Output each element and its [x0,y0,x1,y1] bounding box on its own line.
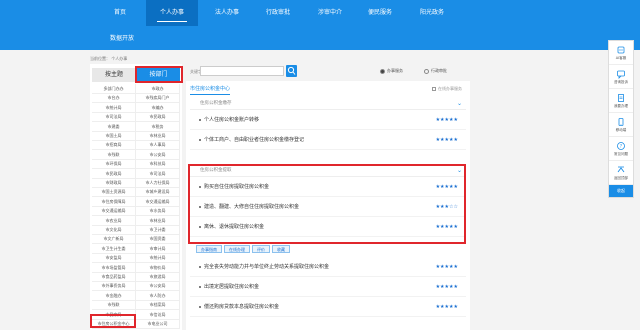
favorite-button[interactable]: 收藏 [272,245,290,253]
item-name: 出境定居提取住房公积金 [204,284,260,290]
highlight-box-section [188,164,466,244]
nav-label: 个人办事 [159,9,184,16]
checkbox-label: 在线办事服务 [438,86,462,91]
document-icon [618,94,624,102]
list-item[interactable]: 偿还购房贷款本息提取住房公积金 ★★★★★ [190,297,466,317]
sidebar-complaint[interactable]: 咨询投诉 [609,65,633,89]
highlight-box-dept [90,314,136,328]
list-item[interactable]: 完全丧失劳动能力并与单位终止劳动关系提取住房公积金 ★★★★★ [190,257,466,277]
sidebar-mobile[interactable]: 移动端 [609,113,633,137]
sidebar-label: 我要办理 [614,104,628,108]
guide-button[interactable]: 办事指南 [196,245,222,253]
sidebar-collapse-button[interactable]: 收起 [609,185,633,197]
chevron-down-icon[interactable]: ⌄ [457,98,462,110]
svg-text:?: ? [620,144,623,150]
question-icon: ? [617,142,625,150]
tab-by-topic[interactable]: 按主题 [92,68,136,82]
robot-icon [617,46,625,54]
list-item[interactable]: 个体工商户、自由职业者住房公积金缴存登记 ★★★★★ [190,130,466,150]
item-name: 完全丧失劳动能力并与单位终止劳动关系提取住房公积金 [204,264,330,270]
section-withdrawal-more: 完全丧失劳动能力并与单位终止劳动关系提取住房公积金 ★★★★★ 出境定居提取住房公… [190,257,466,317]
arrow-up-icon [617,166,625,173]
online-service-filter[interactable]: 在线办事服务 [432,86,462,92]
sidebar-ai-service[interactable]: AI客服 [609,41,633,65]
checkbox [432,87,436,91]
list-item[interactable]: 出境定居提取住房公积金 ★★★★★ [190,277,466,297]
item-action-bar: 办事指南 在线办理 评价 收藏 [196,245,292,254]
item-name: 偿还购房贷款本息提取住房公积金 [204,304,280,310]
section-header[interactable]: 住房公积金缴存 ⌄ [190,98,466,110]
sidebar-back-to-top[interactable]: 返回顶部 [609,161,633,185]
nav-open-data[interactable]: 数据开放 [102,26,142,52]
rate-button[interactable]: 评价 [252,245,270,253]
star-rating: ★★★★★ [435,304,458,310]
list-item[interactable]: 个人住房公积金账户转移 ★★★★★ [190,110,466,130]
sidebar-label: AI客服 [615,56,627,60]
sidebar-handle[interactable]: 我要办理 [609,89,633,113]
nav-admin-approval[interactable]: 行政审批 [254,0,302,26]
sidebar-label: 咨询投诉 [614,80,628,84]
section-deposit: 住房公积金缴存 ⌄ 个人住房公积金账户转移 ★★★★★ 个体工商户、自由职业者住房公… [190,98,466,150]
item-name: 个人住房公积金账户转移 [204,117,260,123]
star-rating: ★★★★★ [435,117,458,123]
nav-home[interactable]: 首页 [100,0,140,26]
radio-approval[interactable]: 行政审批 [424,68,447,74]
star-rating: ★★★★★ [435,284,458,290]
tab-housing-fund-center[interactable]: 市住房公积金中心 [190,85,231,95]
highlight-box-tab [135,66,183,83]
nav-public-services[interactable]: 便民服务 [356,0,404,26]
radio-label: 行政审批 [431,68,447,73]
sidebar-label: 常见问题 [614,152,628,156]
radio-dot-selected [380,68,385,74]
search-input[interactable] [200,66,284,76]
radio-dot [424,68,429,74]
search-button[interactable] [286,65,297,77]
phone-icon [618,118,624,126]
online-handle-button[interactable]: 在线办理 [224,245,250,253]
radio-label: 办事服务 [387,68,403,73]
nav-corporate-affairs[interactable]: 法人办事 [204,0,250,26]
search-icon [287,66,296,75]
item-name: 个体工商户、自由职业者住房公积金缴存登记 [204,137,305,143]
sidebar-faq[interactable]: ? 常见问题 [609,137,633,161]
floating-sidebar: AI客服 咨询投诉 我要办理 移动端 ? 常见问题 返回顶部 收起 [608,40,634,198]
nav-intermediary[interactable]: 涉审中介 [306,0,354,26]
section-title: 住房公积金缴存 [200,101,232,106]
breadcrumb: 当前位置： 个人办事 [90,56,128,61]
sidebar-label: 移动端 [615,128,627,132]
active-underline [157,21,187,22]
radio-service[interactable]: 办事服务 [380,68,403,74]
star-rating: ★★★★★ [435,264,458,270]
nav-personal-affairs[interactable]: 个人办事 [146,0,198,26]
nav-open-government[interactable]: 阳光政务 [408,0,456,26]
sidebar-label: 返回顶部 [614,176,628,180]
department-item[interactable]: 市电业公司 [136,319,180,329]
department-panel: 按主题 按部门 多部门办办 市政办 市台办 市残疾局门户 市统计局 市编办 市司法局 市民政局… [90,64,182,330]
star-rating: ★★★★★ [435,137,458,143]
chat-icon [617,70,625,79]
top-navigation: 首页 个人办事 法人办事 行政审批 涉审中介 便民服务 阳光政务 数据开放 [0,0,640,50]
